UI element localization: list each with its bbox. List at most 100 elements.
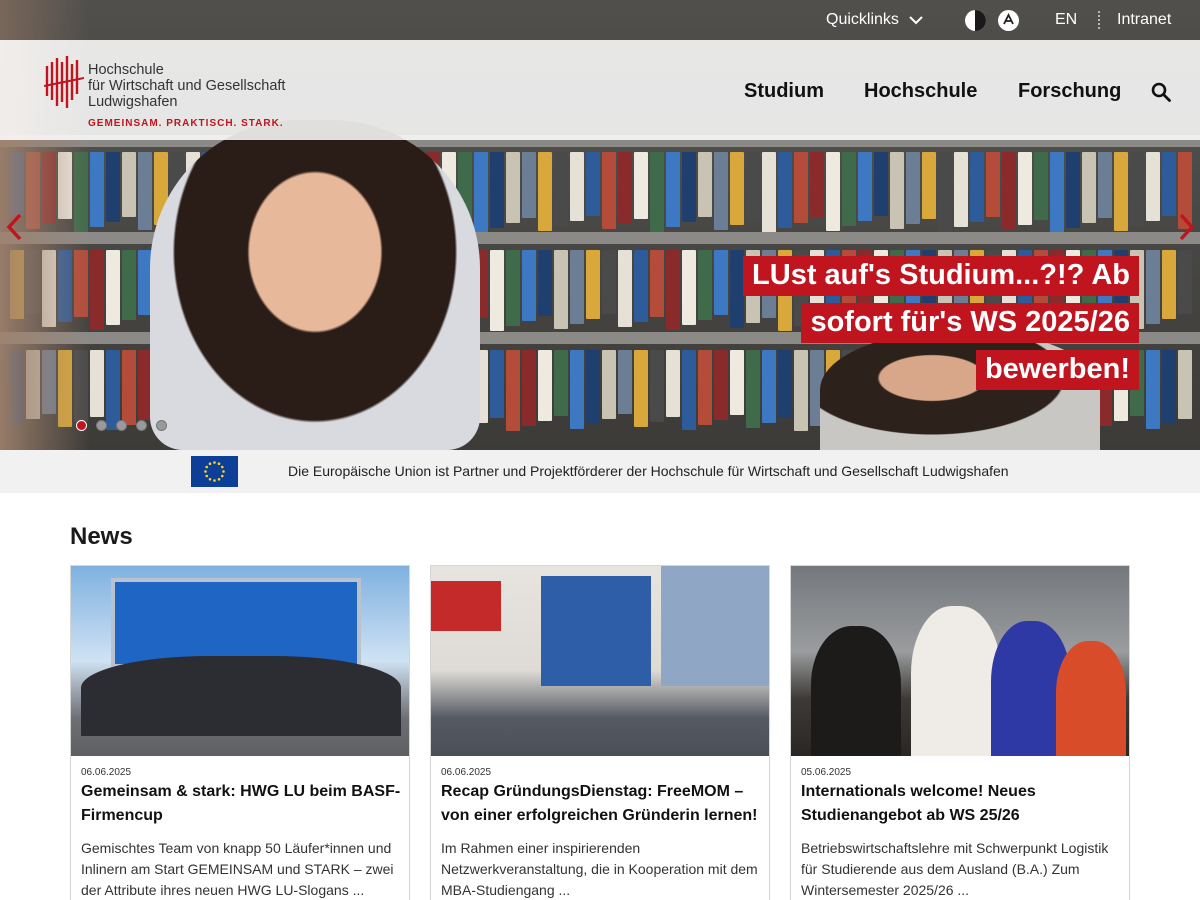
- slider-dot[interactable]: [96, 420, 107, 431]
- book-spine: [842, 152, 856, 226]
- book-spine: [938, 152, 952, 232]
- eu-star: [208, 462, 212, 466]
- book-spine: [1098, 152, 1112, 218]
- book-spine: [1178, 350, 1192, 419]
- book-spine: [122, 350, 136, 425]
- book-spine: [506, 250, 520, 326]
- student-figure: [911, 606, 1001, 756]
- slider-dot[interactable]: [116, 420, 127, 431]
- book-spine: [682, 250, 696, 325]
- eu-star: [213, 461, 216, 464]
- book-spine: [1066, 152, 1080, 228]
- book-spine: [890, 152, 904, 229]
- book-spine: [538, 250, 552, 316]
- chevron-left-icon[interactable]: [4, 212, 26, 242]
- wall-panel: [431, 581, 501, 631]
- book-spine: [714, 350, 728, 420]
- nav-item-hochschule[interactable]: Hochschule: [864, 80, 977, 103]
- eu-star: [204, 470, 207, 473]
- intranet-link[interactable]: Intranet: [1117, 11, 1171, 29]
- chevron-right-icon[interactable]: [1175, 212, 1197, 242]
- book-spine: [650, 350, 664, 422]
- book-spine: [682, 350, 696, 430]
- book-spine: [1146, 350, 1160, 429]
- eu-star: [217, 462, 221, 466]
- book-spine: [1114, 152, 1128, 231]
- book-spine: [650, 152, 664, 232]
- book-spine: [698, 350, 712, 425]
- book-spine: [1034, 152, 1048, 220]
- book-spine: [1162, 250, 1176, 319]
- book-spine: [906, 152, 920, 224]
- event-banner: [111, 578, 361, 668]
- news-card-title[interactable]: Recap GründungsDienstag: FreeMOM – von e…: [441, 780, 761, 828]
- hero-photo-student: [150, 120, 480, 450]
- chevron-down-icon: [909, 16, 923, 25]
- book-spine: [90, 152, 104, 227]
- book-spine: [138, 152, 152, 230]
- book-spine: [954, 152, 968, 227]
- logo-line: Ludwigshafen: [88, 94, 178, 110]
- slider-dot[interactable]: [156, 420, 167, 431]
- news-card-date: 06.06.2025: [81, 767, 132, 778]
- book-spine: [538, 350, 552, 421]
- news-heading: News: [70, 523, 133, 550]
- book-spine: [746, 152, 760, 220]
- font-size-icon[interactable]: [998, 10, 1019, 31]
- language-switch-link[interactable]: EN: [1055, 11, 1077, 29]
- contrast-toggle-icon[interactable]: [965, 10, 986, 31]
- utility-bar: Quicklinks EN Intranet: [0, 0, 1200, 40]
- slider-dot[interactable]: [136, 420, 147, 431]
- eu-star: [222, 470, 225, 473]
- news-card-title[interactable]: Gemeinsam & stark: HWG LU beim BASF-Firm…: [81, 780, 401, 828]
- book-spine: [698, 152, 712, 217]
- news-card-date: 06.06.2025: [441, 767, 492, 778]
- book-spine: [666, 152, 680, 227]
- book-spine: [682, 152, 696, 222]
- slide-caption-line: LUst auf's Studium...?!? Ab: [743, 256, 1139, 296]
- news-card[interactable]: 06.06.2025 Recap GründungsDienstag: Free…: [430, 565, 770, 900]
- book-spine: [714, 152, 728, 230]
- nav-item-studium[interactable]: Studium: [744, 80, 824, 103]
- book-spine: [698, 250, 712, 320]
- nav-item-forschung[interactable]: Forschung: [1018, 80, 1121, 103]
- slide-caption[interactable]: LUst auf's Studium...?!? Ab sofort für's…: [743, 256, 1139, 390]
- eu-star: [205, 465, 209, 469]
- window-blinds: [541, 576, 651, 686]
- book-spine: [650, 250, 664, 317]
- book-spine: [618, 250, 632, 327]
- student-figure: [1056, 641, 1126, 756]
- book-spine: [986, 152, 1000, 217]
- news-card-title[interactable]: Internationals welcome! Neues Studienang…: [801, 780, 1121, 828]
- book-spine: [490, 350, 504, 418]
- book-spine: [106, 350, 120, 430]
- book-spine: [730, 250, 744, 328]
- book-spine: [474, 152, 488, 233]
- news-card-image: [431, 566, 769, 756]
- book-spine: [826, 152, 840, 231]
- book-spine: [522, 350, 536, 426]
- news-card[interactable]: 06.06.2025 Gemeinsam & stark: HWG LU bei…: [70, 565, 410, 900]
- slider-dot[interactable]: [76, 420, 87, 431]
- book-spine: [586, 250, 600, 319]
- book-spine: [554, 152, 568, 226]
- news-card[interactable]: 05.06.2025 Internationals welcome! Neues…: [790, 565, 1130, 900]
- quicklinks-label: Quicklinks: [826, 11, 899, 28]
- book-spine: [106, 152, 120, 222]
- university-logo[interactable]: Hochschule für Wirtschaft und Gesellscha…: [44, 54, 294, 134]
- team-group: [81, 656, 401, 736]
- search-icon[interactable]: [1151, 82, 1171, 102]
- eu-notice-text[interactable]: Die Europäische Union ist Partner und Pr…: [288, 463, 1009, 479]
- book-spine: [554, 350, 568, 416]
- book-spine: [778, 152, 792, 228]
- slider-pagination: [76, 420, 167, 431]
- eu-star: [220, 474, 224, 478]
- eu-flag-icon: [191, 456, 238, 487]
- news-card-teaser: Betriebswirtschaftslehre mit Schwerpunkt…: [801, 840, 1109, 898]
- quicklinks-dropdown[interactable]: Quicklinks: [826, 11, 923, 29]
- book-spine: [730, 152, 744, 225]
- book-spine: [858, 152, 872, 221]
- book-spine: [970, 152, 984, 222]
- logo-line: Hochschule: [88, 62, 164, 78]
- logo-slogan: GEMEINSAM. PRAKTISCH. STARK.: [88, 118, 284, 129]
